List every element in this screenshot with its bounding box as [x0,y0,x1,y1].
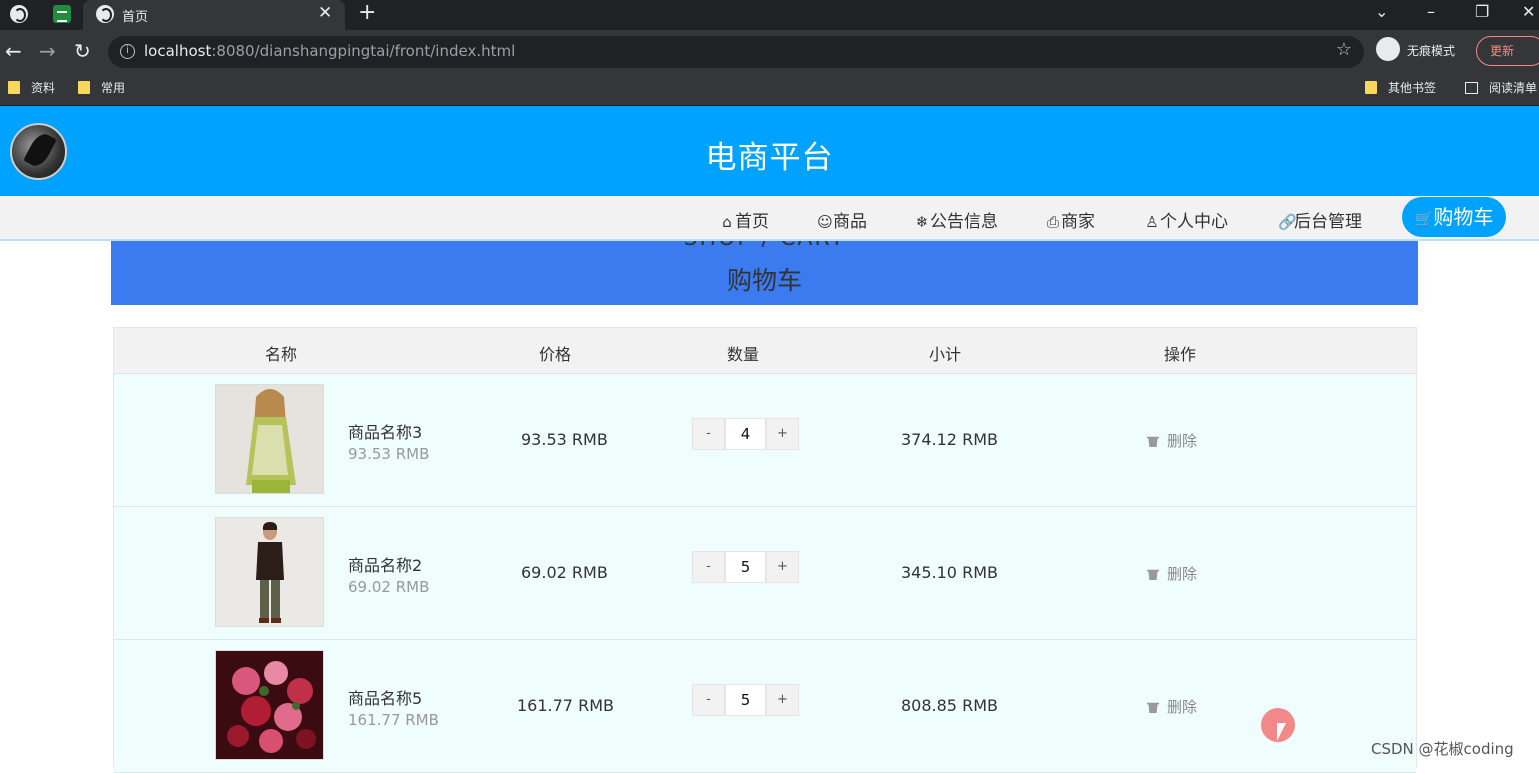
product-image[interactable] [215,650,324,760]
reading-list-icon [1465,82,1478,94]
bookmarks-bar: 资料 常用 其他书签 阅读清单 [0,74,1539,106]
nav-item-notices[interactable]: ❄ 公告信息 [914,207,998,232]
banner-title: 购物车 [726,266,802,295]
banner-subtitle: SHOP / CART [111,241,1418,251]
quantity-input[interactable]: 4 [725,418,766,450]
incognito-icon [1376,37,1400,61]
quantity-input[interactable]: 5 [725,551,766,583]
quantity-stepper: - 5 + [692,684,799,716]
reload-icon[interactable]: ↻ [74,39,91,63]
cart-banner: SHOP / CART 购物车 [111,241,1418,305]
table-header: 名称 价格 数量 小计 操作 [114,328,1416,374]
increase-button[interactable]: + [766,418,799,450]
folder-icon [78,81,90,94]
column-header-subtotal: 小计 [929,345,962,364]
bookmark-star-icon[interactable]: ☆ [1336,39,1352,60]
snowflake-icon: ❄ [915,213,929,231]
column-header-action: 操作 [1164,345,1197,364]
cart-table: 名称 价格 数量 小计 操作 商品名称3 93.53 RMB 93.53 RMB… [113,327,1417,773]
product-unit-price: 93.53 RMB [348,445,430,463]
watermark: CSDN @花椒coding [1371,740,1514,758]
nav-item-merchants[interactable]: ⎙ 商家 [1045,207,1095,232]
product-image[interactable] [215,384,324,494]
browser-tab-bar: 首页 ✕ + ⌄ – ❐ ✕ [0,0,1539,30]
tab-title: 首页 [122,10,149,25]
nav-item-home[interactable]: ⌂ 首页 [719,207,769,232]
trash-icon [1147,702,1159,713]
site-header: 电商平台 [0,106,1539,196]
trash-icon [1147,436,1159,447]
column-header-quantity: 数量 [727,345,760,364]
decrease-button[interactable]: - [692,684,725,716]
increase-button[interactable]: + [766,551,799,583]
nav-item-admin[interactable]: 🔗后台管理 [1278,207,1362,232]
product-unit-price: 161.77 RMB [348,711,439,729]
delete-button[interactable]: 删除 [1147,696,1197,717]
nav-item-products[interactable]: ☺商品 [817,207,867,232]
price-cell: 93.53 RMB [521,430,608,449]
table-row: 商品名称3 93.53 RMB 93.53 RMB - 4 + 374.12 R… [114,374,1416,507]
price-cell: 161.77 RMB [517,696,614,715]
bookmark-folder-other[interactable]: 其他书签 [1365,79,1436,96]
table-row: 商品名称2 69.02 RMB 69.02 RMB - 5 + 345.10 R… [114,507,1416,640]
tab-close-icon[interactable]: ✕ [318,3,332,23]
subtotal-cell: 374.12 RMB [901,430,998,449]
url-text[interactable]: localhost:8080/dianshangpingtai/front/in… [144,42,515,60]
restore-icon[interactable]: ❐ [1475,2,1489,21]
table-row: 商品名称5 161.77 RMB 161.77 RMB - 5 + 808.85… [114,640,1416,773]
back-icon[interactable]: ← [5,39,22,63]
link-icon: 🔗 [1278,213,1297,231]
new-tab-button[interactable]: + [358,0,376,25]
main-nav: ⌂ 首页 ☺商品 ❄ 公告信息 ⎙ 商家 ♙个人中心 🔗后台管理 🛒购物车 [0,196,1539,241]
tab-search-icon[interactable]: ⌄ [1375,2,1388,21]
quantity-stepper: - 5 + [692,551,799,583]
user-icon: ♙ [1145,213,1159,231]
printer-icon: ⎙ [1046,213,1059,231]
reading-list[interactable]: 阅读清单 [1465,79,1537,96]
minimize-icon[interactable]: – [1427,2,1435,21]
delete-button[interactable]: 删除 [1147,563,1197,584]
update-button[interactable]: 更新 [1476,36,1539,66]
product-name[interactable]: 商品名称3 [348,419,422,443]
spreadsheet-tab-icon[interactable] [53,5,71,23]
folder-icon [1365,81,1377,94]
mouse-cursor-icon [1277,723,1286,741]
quantity-input[interactable]: 5 [725,684,766,716]
forward-icon[interactable]: → [39,39,56,63]
nav-item-profile[interactable]: ♙个人中心 [1144,207,1228,232]
nav-cart-button[interactable]: 🛒购物车 [1402,197,1506,237]
home-icon: ⌂ [722,213,732,231]
quantity-stepper: - 4 + [692,418,799,450]
product-unit-price: 69.02 RMB [348,578,430,596]
bookmark-folder-changyong[interactable]: 常用 [78,79,125,96]
subtotal-cell: 345.10 RMB [901,563,998,582]
smile-icon: ☺ [817,213,833,231]
delete-button[interactable]: 删除 [1147,430,1197,451]
trash-icon [1147,569,1159,580]
cart-icon: 🛒 [1414,210,1434,228]
product-name[interactable]: 商品名称5 [348,685,422,709]
address-bar[interactable]: i localhost:8080/dianshangpingtai/front/… [108,36,1364,68]
product-image[interactable] [215,517,324,627]
browser-toolbar: ← → ↻ i localhost:8080/dianshangpingtai/… [0,30,1539,74]
incognito-label: 无痕模式 [1407,44,1456,58]
subtotal-cell: 808.85 RMB [901,696,998,715]
product-name[interactable]: 商品名称2 [348,552,422,576]
column-header-name: 名称 [265,345,298,364]
decrease-button[interactable]: - [692,551,725,583]
column-header-price: 价格 [539,345,572,364]
site-info-icon[interactable]: i [120,44,135,59]
site-title: 电商平台 [705,140,834,176]
decrease-button[interactable]: - [692,418,725,450]
globe-icon[interactable] [10,5,28,23]
window-close-icon[interactable]: ✕ [1522,2,1535,21]
price-cell: 69.02 RMB [521,563,608,582]
bookmark-folder-ziliao[interactable]: 资料 [8,79,55,96]
folder-icon [8,81,20,94]
increase-button[interactable]: + [766,684,799,716]
globe-icon [96,5,114,23]
